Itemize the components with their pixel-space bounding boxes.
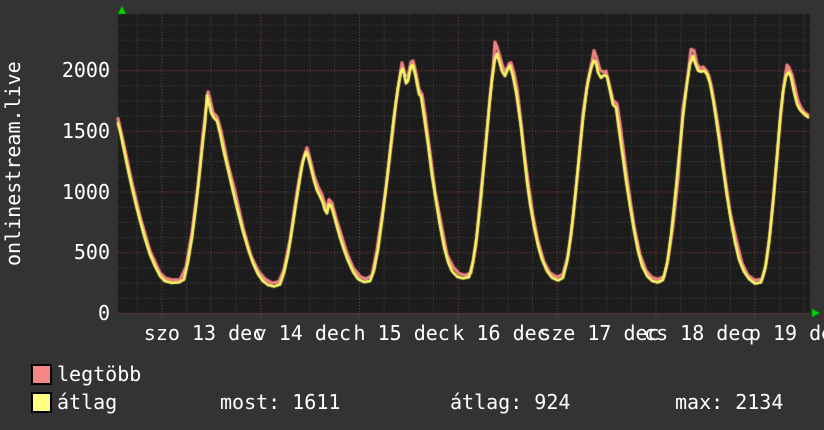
legend-swatch-max <box>31 364 52 385</box>
legend-label-avg: átlag <box>57 390 118 414</box>
legend-label-max: legtöbb <box>57 362 142 386</box>
rrd-graph-page: { "colors": { "page_bg": "#333333", "plo… <box>0 0 824 430</box>
x-axis-tick-label: p 19 dec <box>748 321 824 345</box>
stat-max: max: 2134 <box>675 390 784 414</box>
y-axis-tick-label: 2000 <box>61 58 110 82</box>
y-axis-tick-label: 1000 <box>61 179 110 204</box>
legend-swatch-avg <box>31 392 52 413</box>
y-axis-tick-label: 0 <box>97 301 110 325</box>
y-axis-tick-label: 1500 <box>61 118 110 143</box>
stat-atlag: átlag: 924 <box>450 390 571 414</box>
y-axis-tick-label: 500 <box>73 240 110 265</box>
stat-most: most: 1611 <box>220 390 341 414</box>
